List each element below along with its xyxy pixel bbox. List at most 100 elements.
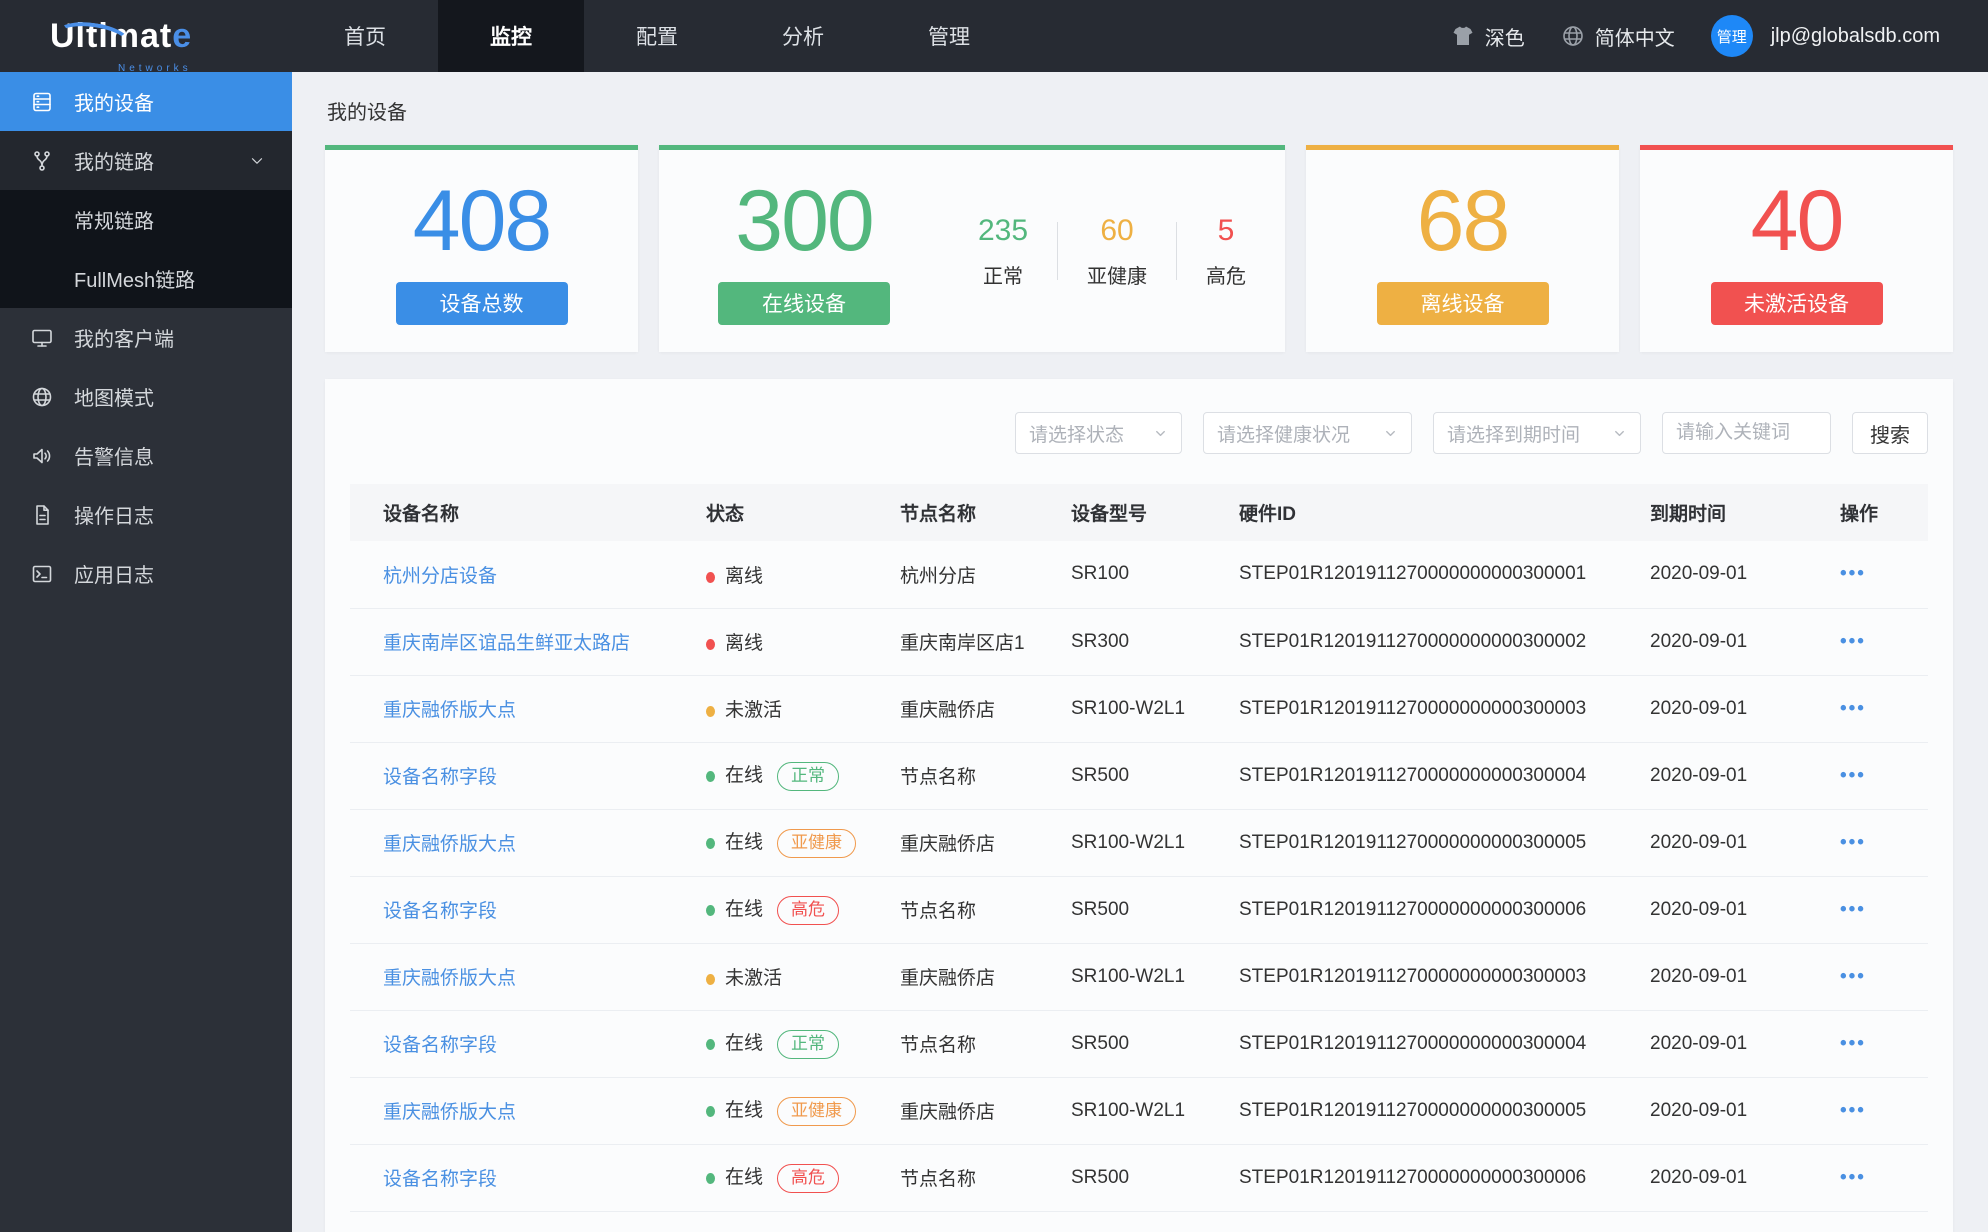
status-dot — [706, 639, 715, 650]
user-email[interactable]: jlp@globalsdb.com — [1771, 25, 1940, 48]
row-actions-button[interactable]: ••• — [1840, 832, 1866, 853]
expire-filter-select[interactable]: 请选择到期时间 — [1433, 412, 1641, 454]
status-dot — [706, 904, 715, 916]
sidebar-item[interactable]: 地图模式 — [0, 367, 292, 426]
page-title: 我的设备 — [327, 102, 407, 124]
topbar-nav-tab[interactable]: 配置 — [584, 0, 730, 72]
device-name-link[interactable]: 设备名称字段 — [383, 1035, 497, 1056]
device-name-link[interactable]: 设备名称字段 — [383, 767, 497, 788]
status-text: 未激活 — [725, 968, 783, 989]
topbar-right: 深色 简体中文 管理 jlp@globalsdb.com — [1451, 15, 1988, 57]
device-model: SR100 — [1071, 563, 1130, 585]
table-row: 杭州分店设备 离线 杭州分店 SR100 STEP01R120191127000… — [350, 541, 1928, 608]
document-icon — [30, 503, 54, 527]
table-row: 重庆融侨版大点 未激活 重庆融侨店 SR100-W2L1 STEP01R1201… — [350, 675, 1928, 742]
health-filter-select[interactable]: 请选择健康状况 — [1203, 412, 1412, 454]
device-panel: 请选择状态 请选择健康状况 请选择到期时间 搜索 — [325, 379, 1953, 1232]
sidebar-item[interactable]: 告警信息 — [0, 426, 292, 485]
sidebar-subitem[interactable]: 常规链路 — [0, 190, 292, 249]
language-switcher[interactable]: 简体中文 — [1561, 22, 1675, 51]
device-name-link[interactable]: 杭州分店设备 — [383, 566, 497, 587]
stat-cards: 408 设备总数 300 在线设备 235 正常 60 亚健康 5 高危 68 … — [325, 145, 1953, 352]
globe-icon — [1561, 24, 1585, 48]
row-actions-button[interactable]: ••• — [1840, 1167, 1866, 1188]
health-badge: 正常 — [777, 761, 840, 792]
status-dot — [706, 1172, 715, 1184]
device-name-link[interactable]: 设备名称字段 — [383, 901, 497, 922]
node-name: 重庆融侨店 — [900, 834, 996, 855]
row-actions-button[interactable]: ••• — [1840, 1033, 1866, 1054]
row-actions-button[interactable]: ••• — [1840, 698, 1866, 719]
health-breakdown: 235 正常 60 亚健康 5 高危 — [949, 214, 1285, 289]
hardware-id: STEP01R1201911270000000000300005 — [1239, 831, 1587, 853]
row-actions-button[interactable]: ••• — [1840, 1100, 1866, 1121]
table-row: 重庆融侨版大点 未激活 重庆融侨店 SR100-W2L1 STEP01R1201… — [350, 943, 1928, 1010]
health-badge: 亚健康 — [777, 1096, 857, 1127]
total-devices-button[interactable]: 设备总数 — [395, 281, 568, 325]
row-actions-button[interactable]: ••• — [1840, 765, 1866, 786]
hardware-id: STEP01R1201911270000000000300004 — [1239, 764, 1587, 786]
logo-subtext: Networks — [118, 62, 192, 74]
inactive-devices-value: 40 — [1750, 172, 1845, 269]
chevron-down-icon — [1612, 426, 1627, 441]
column-header-model: 设备型号 — [1071, 504, 1148, 525]
sidebar-subitem[interactable]: FullMesh链路 — [0, 249, 292, 308]
column-header-expire: 到期时间 — [1650, 504, 1727, 525]
monitor-icon — [30, 326, 54, 350]
column-header-actions: 操作 — [1840, 504, 1879, 525]
search-button[interactable]: 搜索 — [1852, 412, 1928, 454]
status-text: 未激活 — [725, 700, 783, 721]
device-name-link[interactable]: 重庆融侨版大点 — [383, 834, 516, 855]
sidebar-item[interactable]: 我的设备 — [0, 72, 292, 131]
node-name: 杭州分店 — [900, 565, 977, 587]
device-model: SR100-W2L1 — [1071, 1099, 1186, 1121]
row-actions-button[interactable]: ••• — [1840, 563, 1866, 584]
sidebar-item-label: 地图模式 — [74, 388, 154, 410]
user-avatar[interactable]: 管理 — [1710, 15, 1753, 57]
topbar-nav-tab[interactable]: 首页 — [292, 0, 438, 72]
device-name-link[interactable]: 重庆融侨版大点 — [383, 968, 516, 989]
expire-date: 2020-09-01 — [1650, 697, 1748, 719]
total-devices-value: 408 — [412, 172, 552, 269]
table-row: 重庆南岸区谊品生鲜亚太路店 离线 重庆南岸区店1 SR300 STEP01R12… — [350, 608, 1928, 675]
topbar-nav-tab[interactable]: 监控 — [438, 0, 584, 72]
table-row: 重庆融侨版大点 在线 亚健康 重庆融侨店 SR100-W2L1 STEP01R12… — [350, 809, 1928, 876]
table-row: 设备名称字段 在线 高危 节点名称 SR500 STEP01R1201911270… — [350, 876, 1928, 943]
sidebar-item[interactable]: 我的链路 — [0, 131, 292, 190]
node-name: 重庆融侨店 — [900, 968, 996, 989]
node-name: 节点名称 — [900, 901, 977, 922]
device-name-link[interactable]: 重庆南岸区谊品生鲜亚太路店 — [383, 633, 630, 654]
sidebar-item[interactable]: 我的客户端 — [0, 308, 292, 367]
stat-card-offline: 68 离线设备 — [1306, 145, 1619, 352]
chevron-down-icon — [248, 152, 266, 170]
globe-icon — [30, 385, 54, 409]
topbar-nav-tab[interactable]: 分析 — [730, 0, 876, 72]
node-name: 节点名称 — [900, 767, 977, 788]
theme-toggle[interactable]: 深色 — [1451, 22, 1525, 51]
row-actions-button[interactable]: ••• — [1840, 899, 1866, 920]
topbar-nav-tab[interactable]: 管理 — [876, 0, 1022, 72]
row-actions-button[interactable]: ••• — [1840, 631, 1866, 652]
device-name-link[interactable]: 设备名称字段 — [383, 1169, 497, 1190]
online-devices-button[interactable]: 在线设备 — [718, 281, 890, 325]
server-icon — [30, 90, 54, 114]
inactive-devices-button[interactable]: 未激活设备 — [1710, 281, 1883, 325]
status-text: 在线 — [725, 1032, 764, 1054]
row-actions-button[interactable]: ••• — [1840, 966, 1866, 987]
sidebar-item[interactable]: 应用日志 — [0, 544, 292, 603]
device-model: SR100-W2L1 — [1071, 965, 1186, 987]
device-name-link[interactable]: 重庆融侨版大点 — [383, 700, 516, 721]
keyword-input[interactable] — [1662, 412, 1831, 454]
offline-devices-button[interactable]: 离线设备 — [1376, 281, 1549, 325]
node-name: 节点名称 — [900, 1035, 977, 1056]
status-filter-select[interactable]: 请选择状态 — [1015, 412, 1182, 454]
topbar: Ultimate Networks 首页 监控 配置 分析 管理 深色 简体中文 管理 … — [0, 0, 1988, 74]
table-row: 设备名称字段 在线 正常 节点名称 SR500 STEP01R1201911270… — [350, 742, 1928, 809]
sidebar-item[interactable]: 操作日志 — [0, 485, 292, 544]
device-name-link[interactable]: 重庆融侨版大点 — [383, 1102, 516, 1123]
status-text: 在线 — [725, 831, 764, 853]
device-table: 设备名称 状态 节点名称 设备型号 硬件ID 到期时间 操作 杭州分店设备 离线… — [350, 484, 1928, 1212]
device-model: SR100-W2L1 — [1071, 697, 1186, 719]
sidebar-item-label: 我的设备 — [74, 93, 154, 115]
status-text: 在线 — [725, 764, 764, 786]
